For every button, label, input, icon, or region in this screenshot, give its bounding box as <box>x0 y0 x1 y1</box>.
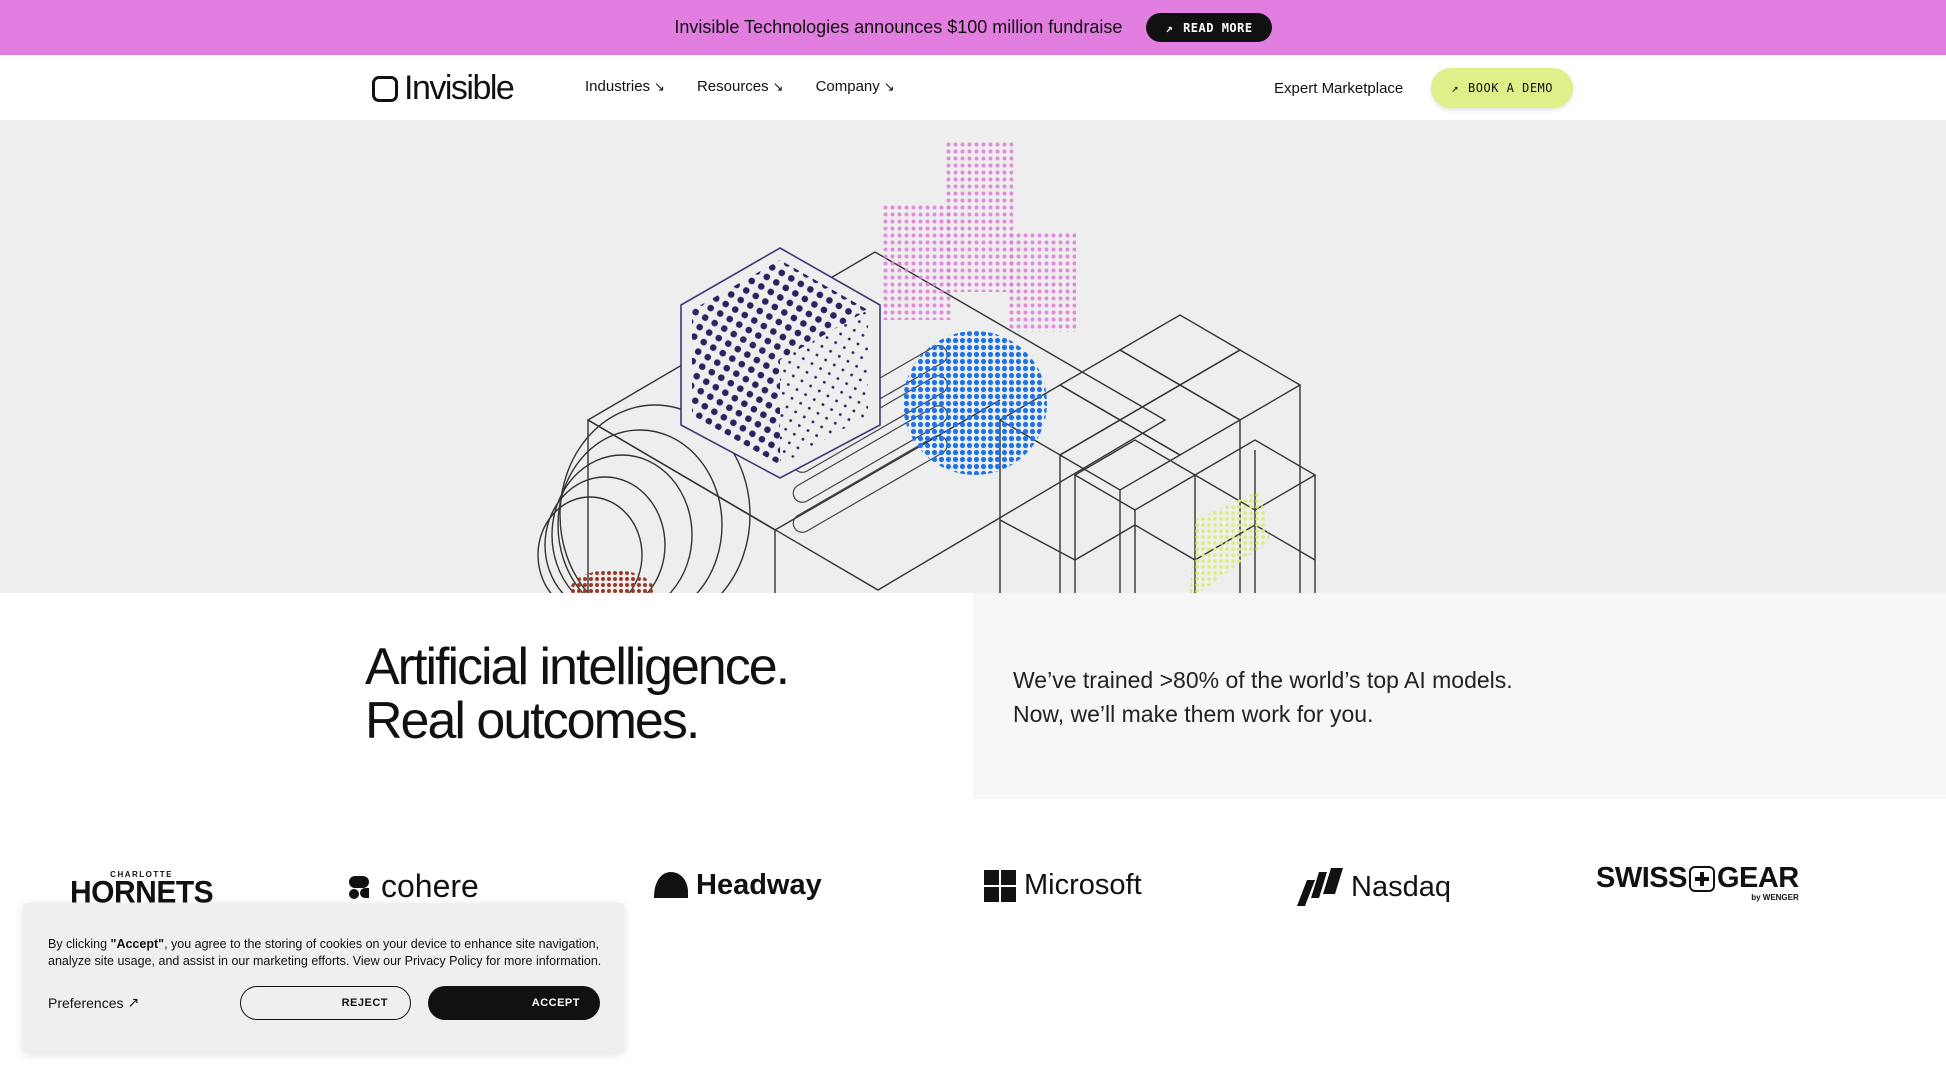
swiss-gear-by-text: by WENGER <box>1751 893 1799 902</box>
nav-link-resources[interactable]: Resources ↘ <box>697 78 784 95</box>
swiss-gear-right-text: GEAR <box>1716 862 1799 894</box>
read-more-button[interactable]: ↗ READ MORE <box>1146 13 1272 42</box>
nav-link-label: Industries <box>585 78 651 95</box>
cookie-text: By clicking "Accept", you agree to the s… <box>48 936 608 970</box>
swiss-gear-wordmark: SWISS GEAR <box>1596 862 1799 895</box>
headway-mark-icon <box>654 871 688 898</box>
hero-headline: Artificial intelligence. Real outcomes. <box>365 640 925 748</box>
headway-logo-text: Headway <box>696 869 822 901</box>
arrow-up-right-icon: ↗ <box>1451 81 1460 95</box>
microsoft-logo-text: Microsoft <box>1024 869 1142 901</box>
arrow-down-right-icon: ↘ <box>654 78 665 94</box>
swiss-gear-logo: SWISS GEAR by WENGER <box>1596 862 1799 902</box>
headline-line-1: Artificial intelligence. <box>365 638 790 696</box>
microsoft-logo: Microsoft <box>984 869 1142 902</box>
nav-links: Industries ↘ Resources ↘ Company ↘ <box>585 78 895 95</box>
swiss-cross-icon <box>1688 865 1715 892</box>
read-more-label: READ MORE <box>1183 20 1253 35</box>
cookie-preferences-link[interactable]: Preferences ↗ <box>48 994 139 1011</box>
nav-right: Expert Marketplace ↗ BOOK A DEMO <box>1274 68 1573 108</box>
preferences-label: Preferences <box>48 994 124 1011</box>
nasdaq-logo: Nasdaq <box>1297 868 1451 906</box>
cookie-text-prefix: By clicking <box>48 937 111 951</box>
cookie-banner: By clicking "Accept", you agree to the s… <box>23 903 624 1052</box>
nasdaq-logo-text: Nasdaq <box>1351 870 1451 903</box>
invisible-logo[interactable]: Invisible <box>372 69 515 108</box>
cohere-mark-icon <box>349 875 369 899</box>
cohere-logo: cohere <box>347 868 479 905</box>
book-demo-label: BOOK A DEMO <box>1468 81 1553 95</box>
hero-illustration <box>0 120 1946 593</box>
microsoft-windows-icon <box>984 869 1016 902</box>
nasdaq-mark-icon <box>1297 868 1343 906</box>
arrow-up-right-icon: ↗ <box>1165 20 1174 35</box>
book-demo-button[interactable]: ↗ BOOK A DEMO <box>1431 68 1573 108</box>
hero-subheadline: We’ve trained >80% of the world’s top AI… <box>1013 663 1613 731</box>
swiss-gear-left-text: SWISS <box>1596 862 1687 894</box>
headway-logo: Headway <box>654 869 822 902</box>
nav-link-industries[interactable]: Industries ↘ <box>585 78 665 95</box>
hero-isometric-graphic <box>537 142 1317 593</box>
accept-cookies-button[interactable]: ACCEPT <box>428 986 600 1020</box>
arrow-up-right-icon: ↗ <box>127 994 140 1010</box>
subheadline-line-2: Now, we’ll make them work for you. <box>1013 701 1374 727</box>
nav-link-company[interactable]: Company ↘ <box>816 78 895 95</box>
main-nav: Invisible Industries ↘ Resources ↘ Compa… <box>0 55 1946 121</box>
charlotte-hornets-logo: CHARLOTTE HORNETS <box>70 870 214 908</box>
reject-cookies-button[interactable]: REJECT <box>240 986 411 1020</box>
logo-ring-icon <box>372 75 398 102</box>
subheadline-line-1: We’ve trained >80% of the world’s top AI… <box>1013 667 1513 693</box>
announcement-bar: Invisible Technologies announces $100 mi… <box>0 0 1946 55</box>
headline-line-2: Real outcomes. <box>365 692 700 750</box>
cohere-logo-text: cohere <box>381 868 479 904</box>
arrow-down-right-icon: ↘ <box>772 78 784 94</box>
nav-link-label: Company <box>815 78 880 95</box>
nav-link-label: Resources <box>696 78 769 95</box>
announcement-text: Invisible Technologies announces $100 mi… <box>674 17 1123 37</box>
arrow-down-right-icon: ↘ <box>883 78 895 94</box>
logo-text: Invisible <box>404 69 515 107</box>
expert-marketplace-link[interactable]: Expert Marketplace <box>1274 80 1403 97</box>
cookie-text-accept: "Accept" <box>110 937 165 951</box>
